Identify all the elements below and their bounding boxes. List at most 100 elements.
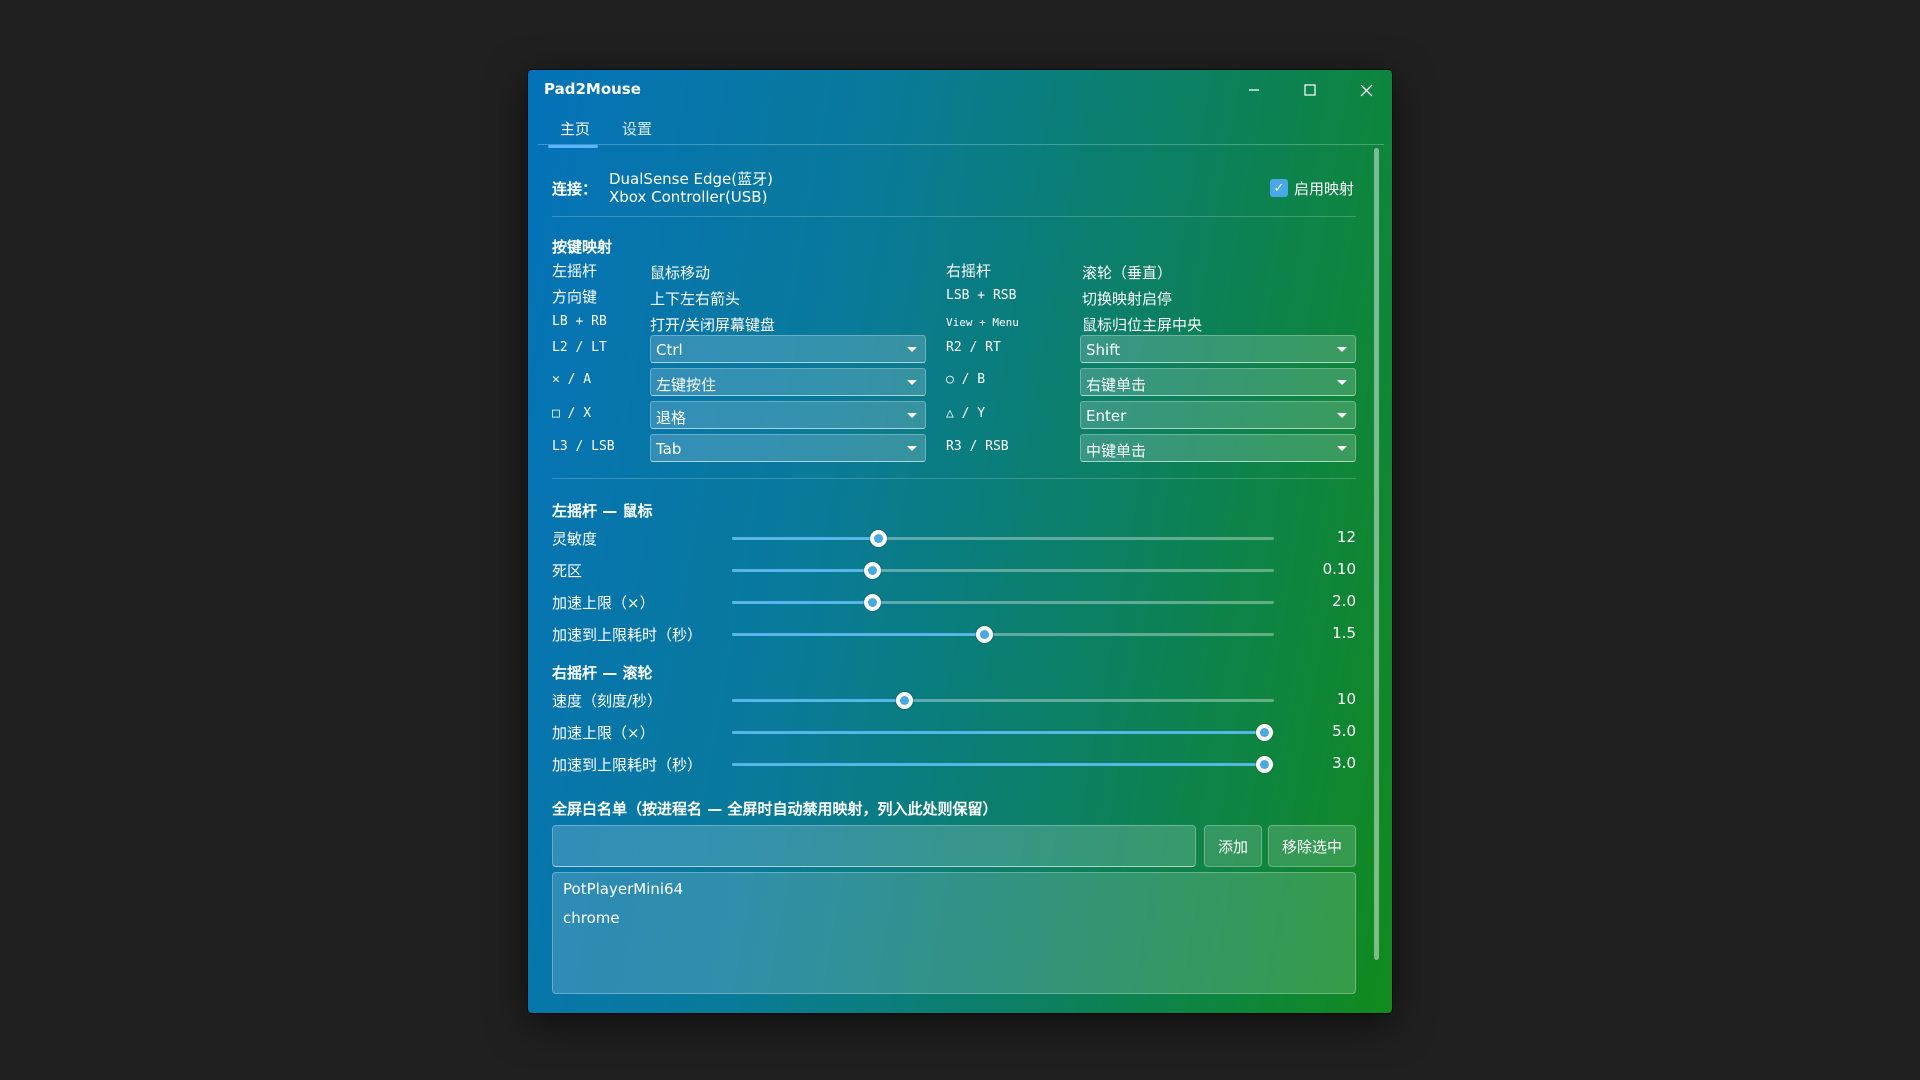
- slider-track[interactable]: [732, 692, 1274, 709]
- slider-accel-max[interactable]: 加速上限（×） 2.0: [552, 592, 1356, 612]
- select-l2[interactable]: Ctrl: [650, 335, 926, 363]
- slider-label: 加速到上限耗时（秒）: [552, 756, 703, 774]
- slider-scroll-accel-time[interactable]: 加速到上限耗时（秒） 3.0: [552, 754, 1356, 774]
- add-button[interactable]: 添加: [1204, 825, 1262, 867]
- map-action: 鼠标移动: [650, 264, 711, 282]
- select-value: 左键按住: [656, 376, 717, 394]
- chevron-down-icon: [907, 413, 917, 418]
- minimize-button[interactable]: [1226, 70, 1282, 110]
- map-key: 方向键: [552, 288, 598, 306]
- map-action: 鼠标归位主屏中央: [1082, 316, 1203, 334]
- slider-value: 3.0: [1332, 754, 1356, 772]
- slider-track[interactable]: [732, 626, 1274, 643]
- select-value: Shift: [1086, 341, 1121, 359]
- slider-track[interactable]: [732, 594, 1274, 611]
- select-key: R2 / RT: [946, 340, 1001, 355]
- list-item[interactable]: PotPlayerMini64: [563, 880, 683, 898]
- select-circle[interactable]: 右键单击: [1080, 368, 1356, 396]
- slider-label: 加速上限（×）: [552, 724, 655, 742]
- select-key: ○ / B: [946, 372, 986, 387]
- select-l3[interactable]: Tab: [650, 434, 926, 462]
- slider-fill: [732, 699, 904, 702]
- app-window: Pad2Mouse 主页 设置 连接： DualSense Edge(蓝牙) X…: [528, 70, 1392, 1013]
- select-value: 右键单击: [1086, 376, 1147, 394]
- select-key: □ / X: [552, 406, 592, 421]
- select-value: 退格: [656, 409, 687, 427]
- slider-fill: [732, 601, 872, 604]
- slider-fill: [732, 569, 872, 572]
- tab-settings[interactable]: 设置: [622, 118, 652, 139]
- map-key: LB + RB: [552, 314, 607, 329]
- slider-thumb[interactable]: [1256, 724, 1274, 741]
- select-cross[interactable]: 左键按住: [650, 368, 926, 396]
- list-item[interactable]: chrome: [563, 909, 620, 927]
- map-key: 左摇杆: [552, 262, 598, 280]
- select-triangle[interactable]: Enter: [1080, 401, 1356, 429]
- chevron-down-icon: [1337, 347, 1347, 352]
- select-r2[interactable]: Shift: [1080, 335, 1356, 363]
- maximize-icon: [1304, 84, 1316, 96]
- vertical-scrollbar[interactable]: [1374, 148, 1379, 960]
- slider-scroll-accel-max[interactable]: 加速上限（×） 5.0: [552, 722, 1356, 742]
- map-key: LSB + RSB: [946, 288, 1017, 303]
- map-key: View + Menu: [946, 316, 1019, 329]
- map-action: 打开/关闭屏幕键盘: [650, 316, 776, 334]
- map-action: 上下左右箭头: [650, 290, 741, 308]
- enable-mapping-checkbox[interactable]: ✓: [1270, 179, 1288, 197]
- whitelist-listbox[interactable]: PotPlayerMini64 chrome: [552, 872, 1356, 994]
- slider-accel-time[interactable]: 加速到上限耗时（秒） 1.5: [552, 624, 1356, 644]
- close-button[interactable]: [1338, 70, 1392, 110]
- process-name-input[interactable]: [552, 825, 1196, 867]
- app-title: Pad2Mouse: [544, 80, 641, 98]
- select-value: Enter: [1086, 407, 1127, 425]
- minimize-icon: [1249, 89, 1259, 91]
- select-key: △ / Y: [946, 406, 986, 421]
- check-icon: ✓: [1273, 180, 1285, 196]
- slider-track[interactable]: [732, 530, 1274, 547]
- chevron-down-icon: [907, 446, 917, 451]
- slider-fill: [732, 763, 1265, 766]
- select-value: 中键单击: [1086, 442, 1147, 460]
- remove-selected-button[interactable]: 移除选中: [1268, 825, 1356, 867]
- map-action: 切换映射启停: [1082, 290, 1173, 308]
- slider-track[interactable]: [732, 562, 1274, 579]
- slider-scroll-speed[interactable]: 速度（刻度/秒） 10: [552, 690, 1356, 710]
- slider-track[interactable]: [732, 756, 1274, 773]
- map-key: 右摇杆: [946, 262, 992, 280]
- slider-thumb[interactable]: [863, 562, 881, 579]
- chevron-down-icon: [907, 347, 917, 352]
- slider-value: 0.10: [1322, 560, 1356, 578]
- slider-sensitivity[interactable]: 灵敏度 12: [552, 528, 1356, 548]
- slider-track[interactable]: [732, 724, 1274, 741]
- right-stick-title: 右摇杆 — 滚轮: [552, 664, 653, 682]
- section-divider: [552, 216, 1356, 217]
- whitelist-title: 全屏白名单（按进程名 — 全屏时自动禁用映射，列入此处则保留）: [552, 800, 998, 818]
- select-key: L3 / LSB: [552, 439, 615, 454]
- device-2: Xbox Controller(USB): [609, 188, 768, 206]
- select-key: L2 / LT: [552, 340, 607, 355]
- device-1: DualSense Edge(蓝牙): [609, 170, 773, 188]
- slider-thumb[interactable]: [895, 692, 913, 709]
- slider-value: 12: [1336, 528, 1356, 546]
- slider-label: 加速到上限耗时（秒）: [552, 626, 703, 644]
- select-square[interactable]: 退格: [650, 401, 926, 429]
- chevron-down-icon: [907, 380, 917, 385]
- title-bar: Pad2Mouse: [528, 70, 1392, 110]
- select-value: Tab: [656, 440, 682, 458]
- slider-thumb[interactable]: [863, 594, 881, 611]
- select-key: ✕ / A: [552, 372, 592, 387]
- select-r3[interactable]: 中键单击: [1080, 434, 1356, 462]
- slider-thumb[interactable]: [870, 530, 888, 547]
- slider-deadzone[interactable]: 死区 0.10: [552, 560, 1356, 580]
- maximize-button[interactable]: [1282, 70, 1338, 110]
- slider-thumb[interactable]: [1256, 756, 1274, 773]
- chevron-down-icon: [1337, 446, 1347, 451]
- tab-home[interactable]: 主页: [560, 118, 590, 139]
- slider-value: 10: [1336, 690, 1356, 708]
- enable-mapping-label[interactable]: 启用映射: [1294, 178, 1354, 199]
- slider-label: 死区: [552, 562, 583, 580]
- slider-value: 2.0: [1332, 592, 1356, 610]
- slider-label: 灵敏度: [552, 530, 598, 548]
- slider-thumb[interactable]: [976, 626, 994, 643]
- slider-value: 5.0: [1332, 722, 1356, 740]
